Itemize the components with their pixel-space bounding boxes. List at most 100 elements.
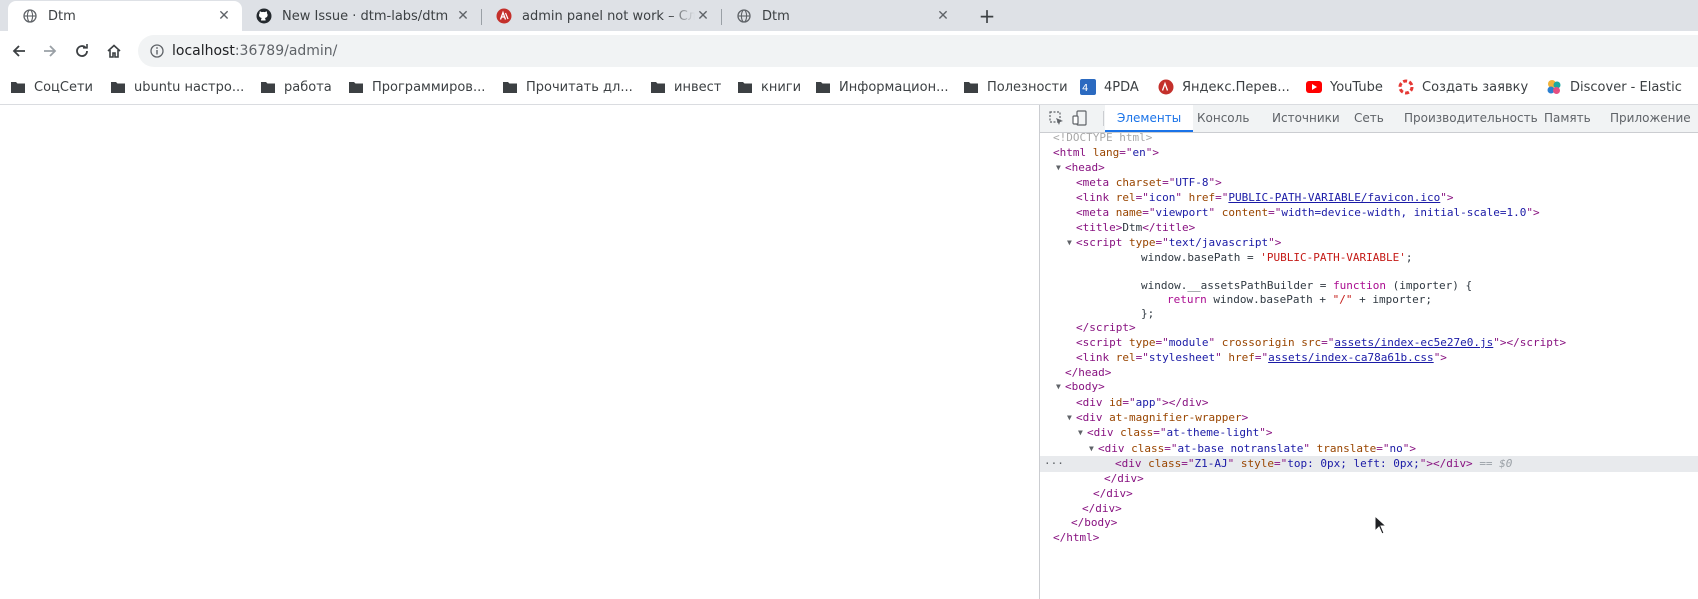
tab-console[interactable]: Консоль	[1197, 105, 1249, 132]
dom-div-close[interactable]: </div>	[1040, 471, 1698, 487]
dom-html[interactable]: <html lang="en">	[1040, 145, 1698, 161]
folder-icon	[110, 79, 126, 95]
expand-triangle-icon[interactable]: ▼	[1056, 379, 1061, 395]
folder-icon	[10, 79, 26, 95]
dom-script-inline[interactable]: ▼ <script type="text/javascript">	[1040, 235, 1698, 251]
bookmark-item[interactable]: Создать заявку	[1398, 77, 1528, 97]
tab-dtm-active[interactable]: Dtm ✕	[8, 1, 242, 31]
home-icon	[107, 44, 121, 58]
device-toolbar-icon[interactable]	[1072, 110, 1088, 126]
dom-link-icon[interactable]: <link rel="icon" href="PUBLIC-PATH-VARIA…	[1040, 190, 1698, 206]
close-icon[interactable]: ✕	[216, 8, 232, 24]
dom-meta-viewport[interactable]: <meta name="viewport" content="width=dev…	[1040, 205, 1698, 221]
dom-div-selected[interactable]: ··· <div class="Z1-AJ" style="top: 0px; l…	[1040, 456, 1698, 472]
script-src-link[interactable]: assets/index-ec5e27e0.js	[1334, 336, 1493, 349]
dom-div-close[interactable]: </div>	[1040, 486, 1698, 502]
devtools-tabbar: Элементы Консоль Источники Сеть Производ…	[1040, 105, 1698, 133]
tab-github-issue[interactable]: New Issue · dtm-labs/dtm ✕	[242, 1, 481, 31]
dom-div-theme[interactable]: ▼ <div class="at-theme-light">	[1040, 425, 1698, 441]
bookmark-item[interactable]: книги	[737, 77, 801, 97]
bookmark-item[interactable]: работа	[260, 77, 332, 97]
dom-script-module[interactable]: <script type="module" crossorigin src="a…	[1040, 335, 1698, 351]
forward-button[interactable]	[37, 38, 63, 64]
tab-network[interactable]: Сеть	[1354, 105, 1384, 132]
yandex-translate-icon	[1158, 79, 1174, 95]
dom-div-base[interactable]: ▼ <div class="at-base notranslate" transl…	[1040, 441, 1698, 457]
bookmark-item[interactable]: Информацион...	[815, 77, 948, 97]
favicon-link[interactable]: PUBLIC-PATH-VARIABLE/favicon.ico	[1228, 191, 1440, 204]
bookmark-label: работа	[284, 79, 332, 95]
bookmark-item[interactable]: Прочитать дл...	[502, 77, 633, 97]
dom-doctype[interactable]: <!DOCTYPE html>	[1040, 130, 1698, 146]
page-viewport	[0, 105, 1039, 599]
folder-icon	[815, 79, 831, 95]
bookmark-item[interactable]: Яндекс.Перев...	[1158, 77, 1290, 97]
bookmark-item[interactable]: инвест	[650, 77, 721, 97]
bookmark-label: инвест	[674, 79, 722, 95]
bookmark-item[interactable]: Discover - Elastic	[1546, 77, 1682, 97]
expand-triangle-icon[interactable]: ▼	[1056, 160, 1061, 176]
folder-icon	[502, 79, 518, 95]
expand-triangle-icon[interactable]: ▼	[1067, 410, 1072, 426]
new-tab-button[interactable]: +	[975, 4, 999, 28]
dom-script-close[interactable]: </script>	[1040, 320, 1698, 336]
close-icon[interactable]: ✕	[695, 8, 711, 24]
tab-strip: Dtm ✕ New Issue · dtm-labs/dtm ✕ admin p…	[0, 0, 1698, 31]
dom-div-magnifier[interactable]: ▼ <div at-magnifier-wrapper>	[1040, 410, 1698, 426]
dom-title[interactable]: <title>Dtm</title>	[1040, 220, 1698, 236]
expand-triangle-icon[interactable]: ▼	[1078, 425, 1083, 441]
address-bar[interactable]: localhost:36789/admin/	[138, 35, 1698, 67]
bookmark-item[interactable]: 4 4PDA	[1080, 77, 1139, 97]
tab-memory[interactable]: Память	[1544, 105, 1591, 132]
bookmark-label: ubuntu настро...	[134, 79, 245, 95]
tab-performance[interactable]: Производительность	[1404, 105, 1538, 132]
close-icon[interactable]: ✕	[935, 8, 951, 24]
bookmark-item[interactable]: Программиров...	[348, 77, 485, 97]
plus-icon: +	[978, 4, 996, 28]
bookmark-label: Полезности	[987, 79, 1068, 95]
info-icon[interactable]	[150, 44, 164, 58]
bookmark-label: СоцСети	[34, 79, 93, 95]
js-line: window.basePath = 'PUBLIC-PATH-VARIABLE'…	[1141, 251, 1413, 264]
inspect-element-icon[interactable]	[1048, 110, 1064, 126]
tab-title: admin panel not work – Сл	[522, 8, 695, 24]
4pda-icon: 4	[1080, 79, 1096, 95]
tab-title: Dtm	[48, 8, 76, 24]
tab-application[interactable]: Приложение	[1610, 105, 1691, 132]
bookmark-item[interactable]: СоцСети	[10, 77, 93, 97]
dom-body-close[interactable]: </body>	[1040, 515, 1698, 531]
url-path: :36789/admin/	[234, 43, 338, 59]
stylesheet-link[interactable]: assets/index-ca78a61b.css	[1268, 351, 1434, 364]
tab-elements[interactable]: Элементы	[1105, 105, 1194, 132]
url-host: localhost	[172, 43, 235, 59]
reload-button[interactable]	[69, 38, 95, 64]
tab-sources[interactable]: Источники	[1272, 105, 1340, 132]
bookmark-item[interactable]: ubuntu настро...	[110, 77, 244, 97]
dom-html-close[interactable]: </html>	[1040, 530, 1698, 546]
bookmark-label: Прочитать дл...	[526, 79, 633, 95]
globe-icon	[736, 8, 752, 24]
dom-meta-charset[interactable]: <meta charset="UTF-8">	[1040, 175, 1698, 191]
bookmark-item[interactable]: Полезности	[963, 77, 1068, 97]
more-icon[interactable]: ···	[1044, 456, 1064, 472]
bookmark-item[interactable]: YouTube	[1306, 77, 1383, 97]
bookmark-label: Программиров...	[372, 79, 486, 95]
dom-body[interactable]: ▼ <body>	[1040, 379, 1698, 395]
close-icon[interactable]: ✕	[455, 8, 471, 24]
dom-div-app[interactable]: <div id="app"></div>	[1040, 395, 1698, 411]
dom-link-stylesheet[interactable]: <link rel="stylesheet" href="assets/inde…	[1040, 350, 1698, 366]
dom-head[interactable]: ▼ <head>	[1040, 160, 1698, 176]
globe-icon	[22, 8, 38, 24]
toolbar-divider	[1103, 111, 1104, 126]
expand-triangle-icon[interactable]: ▼	[1067, 235, 1072, 251]
tab-admin-panel[interactable]: admin panel not work – Сл ✕	[482, 1, 721, 31]
app-red-icon	[496, 8, 512, 24]
back-button[interactable]	[6, 38, 32, 64]
svg-text:4: 4	[1082, 83, 1088, 94]
bookmarks-bar: СоцСети ubuntu настро... работа Программиро…	[0, 71, 1698, 105]
tab-dtm[interactable]: Dtm ✕	[722, 1, 961, 31]
expand-triangle-icon[interactable]: ▼	[1089, 441, 1094, 457]
home-button[interactable]	[101, 38, 127, 64]
folder-icon	[348, 79, 364, 95]
bookmark-label: книги	[761, 79, 802, 95]
